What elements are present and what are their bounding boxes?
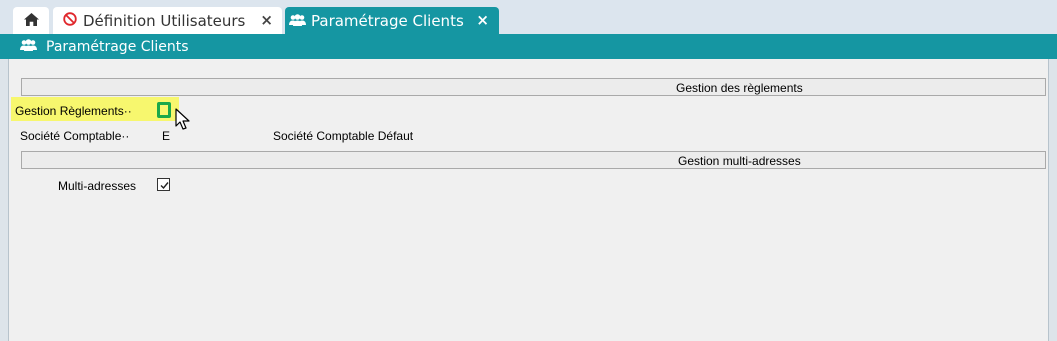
forbidden-icon [63, 11, 77, 30]
section-title: Gestion des règlements [676, 81, 803, 95]
users-icon [289, 12, 306, 30]
societe-comptable-field[interactable]: E [162, 129, 170, 143]
right-border [1048, 59, 1057, 341]
gestion-reglements-label: Gestion Règlements·· [15, 104, 132, 118]
societe-comptable-description: Société Comptable Défaut [273, 129, 414, 143]
close-tab-button[interactable]: × [260, 11, 273, 29]
multi-adresses-checkbox[interactable] [157, 178, 170, 191]
societe-comptable-label: Société Comptable·· [20, 129, 130, 143]
tab-parametrage-clients[interactable]: Paramétrage Clients × [285, 7, 499, 34]
title-bar: Paramétrage Clients [0, 34, 1057, 59]
tab-strip: Définition Utilisateurs × Paramétrage Cl… [0, 0, 1057, 34]
section-header-reglements: Gestion des règlements [21, 78, 1046, 96]
home-icon [23, 12, 39, 30]
tab-label: Paramétrage Clients [311, 11, 464, 30]
close-tab-button[interactable]: × [476, 11, 489, 29]
users-icon [20, 38, 37, 55]
gestion-reglements-checkbox[interactable] [157, 102, 171, 118]
tab-home[interactable] [13, 7, 49, 34]
tab-definition-utilisateurs[interactable]: Définition Utilisateurs × [53, 7, 282, 34]
left-border [0, 59, 9, 341]
tab-label: Définition Utilisateurs [83, 11, 246, 30]
multi-adresses-label: Multi-adresses [58, 179, 137, 193]
page-title: Paramétrage Clients [46, 38, 189, 55]
section-title: Gestion multi-adresses [678, 154, 801, 168]
section-header-multi-adresses: Gestion multi-adresses [21, 151, 1046, 169]
mouse-cursor-icon [175, 108, 191, 137]
